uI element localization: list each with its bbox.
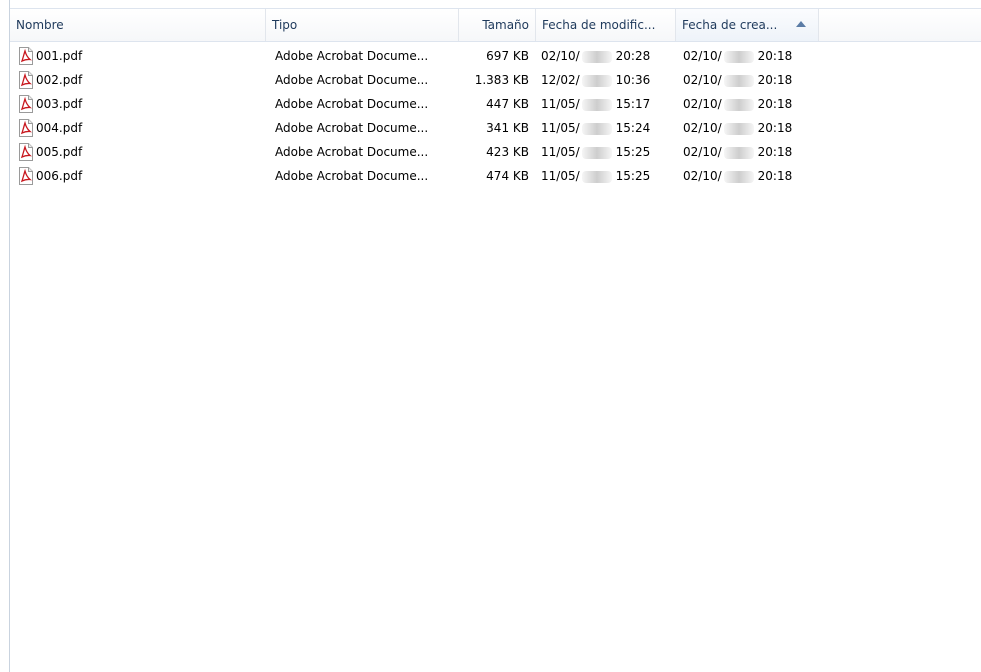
file-created-date: 02/10/20:18 (683, 116, 819, 140)
file-name: 003.pdf (36, 97, 83, 111)
column-header-created-label: Fecha de crea... (682, 18, 778, 32)
pdf-file-icon (19, 119, 33, 137)
file-created-date: 02/10/20:18 (683, 44, 819, 68)
modified-time-text: 15:17 (615, 97, 651, 111)
redacted-year (723, 146, 754, 159)
column-header-empty (819, 9, 981, 41)
column-header-row: Nombre Tipo Tamaño Fecha de modific... F… (10, 8, 981, 42)
redacted-year (581, 146, 612, 159)
redacted-year (723, 170, 754, 183)
modified-date-text: 02/10/ (541, 49, 580, 63)
redacted-year (581, 170, 612, 183)
redacted-year (581, 50, 612, 63)
file-size: 474 KB (486, 169, 529, 183)
pdf-file-icon (19, 71, 33, 89)
file-name: 005.pdf (36, 145, 83, 159)
file-created-date: 02/10/20:18 (683, 92, 819, 116)
file-type: Adobe Acrobat Docume... (275, 169, 429, 183)
redacted-year (723, 122, 754, 135)
file-size: 341 KB (486, 121, 529, 135)
modified-time-text: 15:25 (615, 145, 651, 159)
column-header-size[interactable]: Tamaño (459, 9, 536, 41)
redacted-year (723, 50, 754, 63)
modified-time-text: 15:24 (615, 121, 651, 135)
file-row[interactable]: 004.pdf Adobe Acrobat Docume... 341 KB 1… (10, 116, 981, 140)
column-header-name-label: Nombre (16, 18, 64, 32)
pdf-file-icon (19, 47, 33, 65)
file-row[interactable]: 005.pdf Adobe Acrobat Docume... 423 KB 1… (10, 140, 981, 164)
created-time-text: 20:18 (757, 73, 793, 87)
pdf-file-icon (19, 143, 33, 161)
file-row[interactable]: 001.pdf Adobe Acrobat Docume... 697 KB 0… (10, 44, 981, 68)
redacted-year (723, 98, 754, 111)
file-name: 004.pdf (36, 121, 83, 135)
column-header-name[interactable]: Nombre (10, 9, 266, 41)
modified-time-text: 15:25 (615, 169, 651, 183)
file-modified-date: 02/10/20:28 (541, 44, 675, 68)
file-type: Adobe Acrobat Docume... (275, 121, 429, 135)
column-header-type-label: Tipo (272, 18, 298, 32)
file-explorer-details-view: Nombre Tipo Tamaño Fecha de modific... F… (0, 0, 981, 672)
file-row[interactable]: 006.pdf Adobe Acrobat Docume... 474 KB 1… (10, 164, 981, 188)
created-time-text: 20:18 (757, 145, 793, 159)
redacted-year (723, 74, 754, 87)
file-name: 001.pdf (36, 49, 83, 63)
created-date-text: 02/10/ (683, 73, 722, 87)
pdf-file-icon (19, 95, 33, 113)
column-header-type[interactable]: Tipo (266, 9, 459, 41)
column-header-modified-label: Fecha de modific... (542, 18, 656, 32)
created-date-text: 02/10/ (683, 169, 722, 183)
created-time-text: 20:18 (757, 121, 793, 135)
file-row[interactable]: 002.pdf Adobe Acrobat Docume... 1.383 KB… (10, 68, 981, 92)
created-time-text: 20:18 (757, 97, 793, 111)
created-date-text: 02/10/ (683, 97, 722, 111)
modified-date-text: 11/05/ (541, 97, 580, 111)
file-list: 001.pdf Adobe Acrobat Docume... 697 KB 0… (10, 44, 981, 188)
modified-time-text: 10:36 (615, 73, 651, 87)
file-modified-date: 11/05/15:25 (541, 164, 675, 188)
file-type: Adobe Acrobat Docume... (275, 97, 429, 111)
file-name: 006.pdf (36, 169, 83, 183)
file-type: Adobe Acrobat Docume... (275, 73, 429, 87)
file-modified-date: 11/05/15:25 (541, 140, 675, 164)
file-size: 1.383 KB (474, 73, 529, 87)
created-date-text: 02/10/ (683, 121, 722, 135)
redacted-year (581, 98, 612, 111)
file-size: 423 KB (486, 145, 529, 159)
pdf-file-icon (19, 167, 33, 185)
file-created-date: 02/10/20:18 (683, 140, 819, 164)
created-time-text: 20:18 (757, 49, 793, 63)
file-modified-date: 12/02/10:36 (541, 68, 675, 92)
file-size: 697 KB (486, 49, 529, 63)
file-modified-date: 11/05/15:17 (541, 92, 675, 116)
column-header-size-label: Tamaño (482, 18, 529, 32)
modified-date-text: 11/05/ (541, 121, 580, 135)
created-date-text: 02/10/ (683, 49, 722, 63)
file-type: Adobe Acrobat Docume... (275, 49, 429, 63)
created-date-text: 02/10/ (683, 145, 722, 159)
file-size: 447 KB (486, 97, 529, 111)
file-type: Adobe Acrobat Docume... (275, 145, 429, 159)
modified-time-text: 20:28 (615, 49, 651, 63)
column-header-modified[interactable]: Fecha de modific... (536, 9, 676, 41)
modified-date-text: 11/05/ (541, 169, 580, 183)
file-modified-date: 11/05/15:24 (541, 116, 675, 140)
file-name: 002.pdf (36, 73, 83, 87)
redacted-year (581, 74, 612, 87)
file-row[interactable]: 003.pdf Adobe Acrobat Docume... 447 KB 1… (10, 92, 981, 116)
modified-date-text: 12/02/ (541, 73, 580, 87)
redacted-year (581, 122, 612, 135)
file-created-date: 02/10/20:18 (683, 164, 819, 188)
sort-ascending-icon (796, 21, 806, 27)
created-time-text: 20:18 (757, 169, 793, 183)
file-created-date: 02/10/20:18 (683, 68, 819, 92)
column-header-created[interactable]: Fecha de crea... (676, 9, 819, 41)
modified-date-text: 11/05/ (541, 145, 580, 159)
